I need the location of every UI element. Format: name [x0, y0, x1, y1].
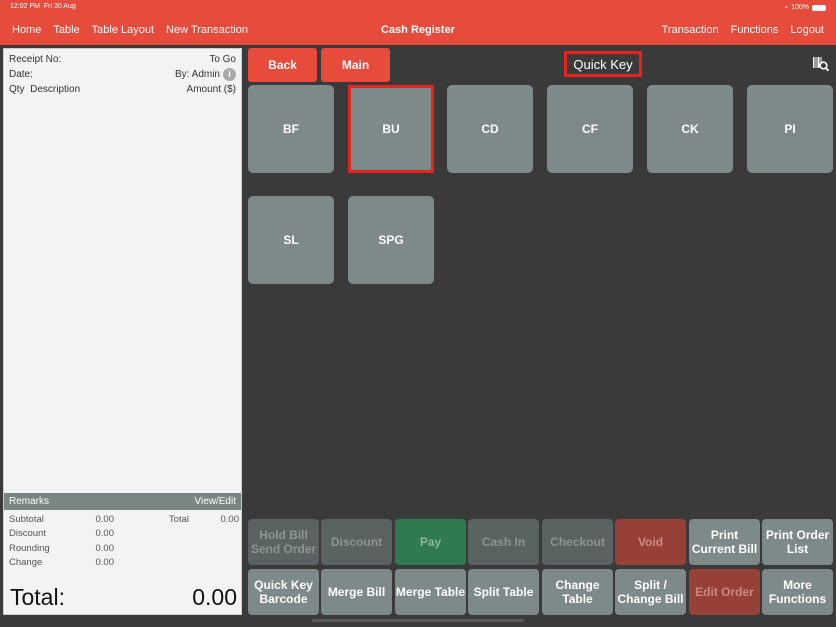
- description-header: Description: [30, 84, 81, 95]
- nav-left: Home Table Table Layout New Transaction: [12, 24, 248, 36]
- discount-button[interactable]: Discount: [321, 519, 392, 565]
- by-user-text: By: Admin: [174, 69, 220, 80]
- merge-table-button[interactable]: Merge Table: [395, 569, 466, 615]
- back-button[interactable]: Back: [248, 48, 317, 82]
- grand-total-value: 0.00: [192, 584, 237, 610]
- split-change-bill-button[interactable]: Split / Change Bill: [615, 569, 686, 615]
- order-type: To Go: [209, 54, 236, 65]
- change-table-button[interactable]: Change Table: [542, 569, 613, 615]
- nav-right: Transaction Functions Logout: [662, 24, 824, 36]
- date-row: Date: By: Admin i: [4, 67, 241, 82]
- quick-key-title: Quick Key: [564, 51, 642, 77]
- print-order-list-button[interactable]: Print Order List: [762, 519, 833, 565]
- pay-button[interactable]: Pay: [395, 519, 466, 565]
- print-current-bill-button[interactable]: Print Current Bill: [689, 519, 760, 565]
- discount-value: 0.00: [95, 528, 115, 540]
- qty-header: Qty: [9, 84, 25, 95]
- receipt-no-row: Receipt No: To Go: [4, 52, 241, 67]
- quick-key-cf[interactable]: CF: [547, 85, 633, 173]
- total-value: 0.00: [220, 513, 240, 525]
- more-functions-button[interactable]: More Functions: [762, 569, 833, 615]
- view-edit-link[interactable]: View/Edit: [194, 496, 236, 507]
- subtotal-label: Subtotal: [9, 513, 44, 525]
- date-label: Date:: [9, 69, 33, 80]
- receipt-header-row: Qty Description Amount ($): [4, 82, 241, 97]
- date: Fri 30 Aug: [43, 3, 76, 10]
- change-row: Change 0.00: [4, 556, 241, 571]
- void-button[interactable]: Void: [615, 519, 686, 565]
- status-indicators: ◔ 100%: [783, 3, 826, 12]
- wifi-icon: ◔: [783, 3, 789, 12]
- amount-header: Amount ($): [186, 84, 236, 95]
- quick-key-sl[interactable]: SL: [248, 196, 334, 284]
- receipt-panel: Receipt No: To Go Date: By: Admin i Qty D…: [3, 48, 242, 615]
- nav-functions[interactable]: Functions: [731, 24, 779, 36]
- merge-bill-button[interactable]: Merge Bill: [321, 569, 392, 615]
- nav-table[interactable]: Table: [53, 24, 79, 36]
- time: 12:02 PM: [10, 3, 40, 10]
- page-title-text: Cash Register: [381, 24, 455, 36]
- main-button[interactable]: Main: [321, 48, 390, 82]
- status-time: 12:02 PM Fri 30 Aug: [10, 3, 76, 10]
- edit-order-button[interactable]: Edit Order: [689, 569, 760, 615]
- grand-total-label: Total:: [10, 584, 65, 610]
- quick-key-spg[interactable]: SPG: [348, 196, 434, 284]
- battery-icon: [812, 4, 826, 11]
- quick-key-pi[interactable]: PI: [747, 85, 833, 173]
- quick-key-ck[interactable]: CK: [647, 85, 733, 173]
- nav-transaction[interactable]: Transaction: [662, 24, 719, 36]
- checkout-button[interactable]: Checkout: [542, 519, 613, 565]
- remarks-label: Remarks: [9, 496, 50, 507]
- barcode-search-icon[interactable]: [812, 56, 830, 72]
- total-label: Total: [168, 513, 189, 525]
- nav-logout[interactable]: Logout: [790, 24, 824, 36]
- battery-percent: 100%: [791, 4, 809, 11]
- subtotal-row: Subtotal 0.00 Total 0.00: [4, 512, 241, 527]
- change-value: 0.00: [95, 557, 115, 569]
- nav-home[interactable]: Home: [12, 24, 41, 36]
- quick-key-bf[interactable]: BF: [248, 85, 334, 173]
- split-table-button[interactable]: Split Table: [468, 569, 539, 615]
- receipt-no-label: Receipt No:: [9, 54, 62, 65]
- by-user: By: Admin i: [175, 68, 236, 81]
- top-bar: 12:02 PM Fri 30 Aug ◔ 100% Cash Register…: [0, 0, 836, 45]
- discount-row: Discount 0.00: [4, 527, 241, 542]
- rounding-value: 0.00: [95, 542, 115, 554]
- cash-in-button[interactable]: Cash In: [468, 519, 539, 565]
- remarks-bar[interactable]: Remarks View/Edit: [4, 493, 241, 510]
- quick-key-cd[interactable]: CD: [447, 85, 533, 173]
- rounding-label: Rounding: [9, 542, 50, 554]
- info-icon[interactable]: i: [223, 68, 236, 81]
- nav-table-layout[interactable]: Table Layout: [92, 24, 154, 36]
- totals-section: Subtotal 0.00 Total 0.00 Discount 0.00 R…: [4, 512, 241, 570]
- rounding-row: Rounding 0.00: [4, 541, 241, 556]
- nav-new-transaction[interactable]: New Transaction: [166, 24, 248, 36]
- home-indicator: [312, 619, 524, 622]
- quick-key-bu[interactable]: BU: [348, 85, 434, 173]
- qty-desc-header: Qty Description: [9, 84, 80, 95]
- discount-label: Discount: [9, 528, 46, 540]
- change-label: Change: [9, 557, 43, 569]
- subtotal-value: 0.00: [95, 513, 115, 525]
- hold-bill-send-order-button[interactable]: Hold Bill Send Order: [248, 519, 319, 565]
- grand-total: Total: 0.00: [10, 584, 237, 611]
- quick-key-barcode-button[interactable]: Quick Key Barcode: [248, 569, 319, 615]
